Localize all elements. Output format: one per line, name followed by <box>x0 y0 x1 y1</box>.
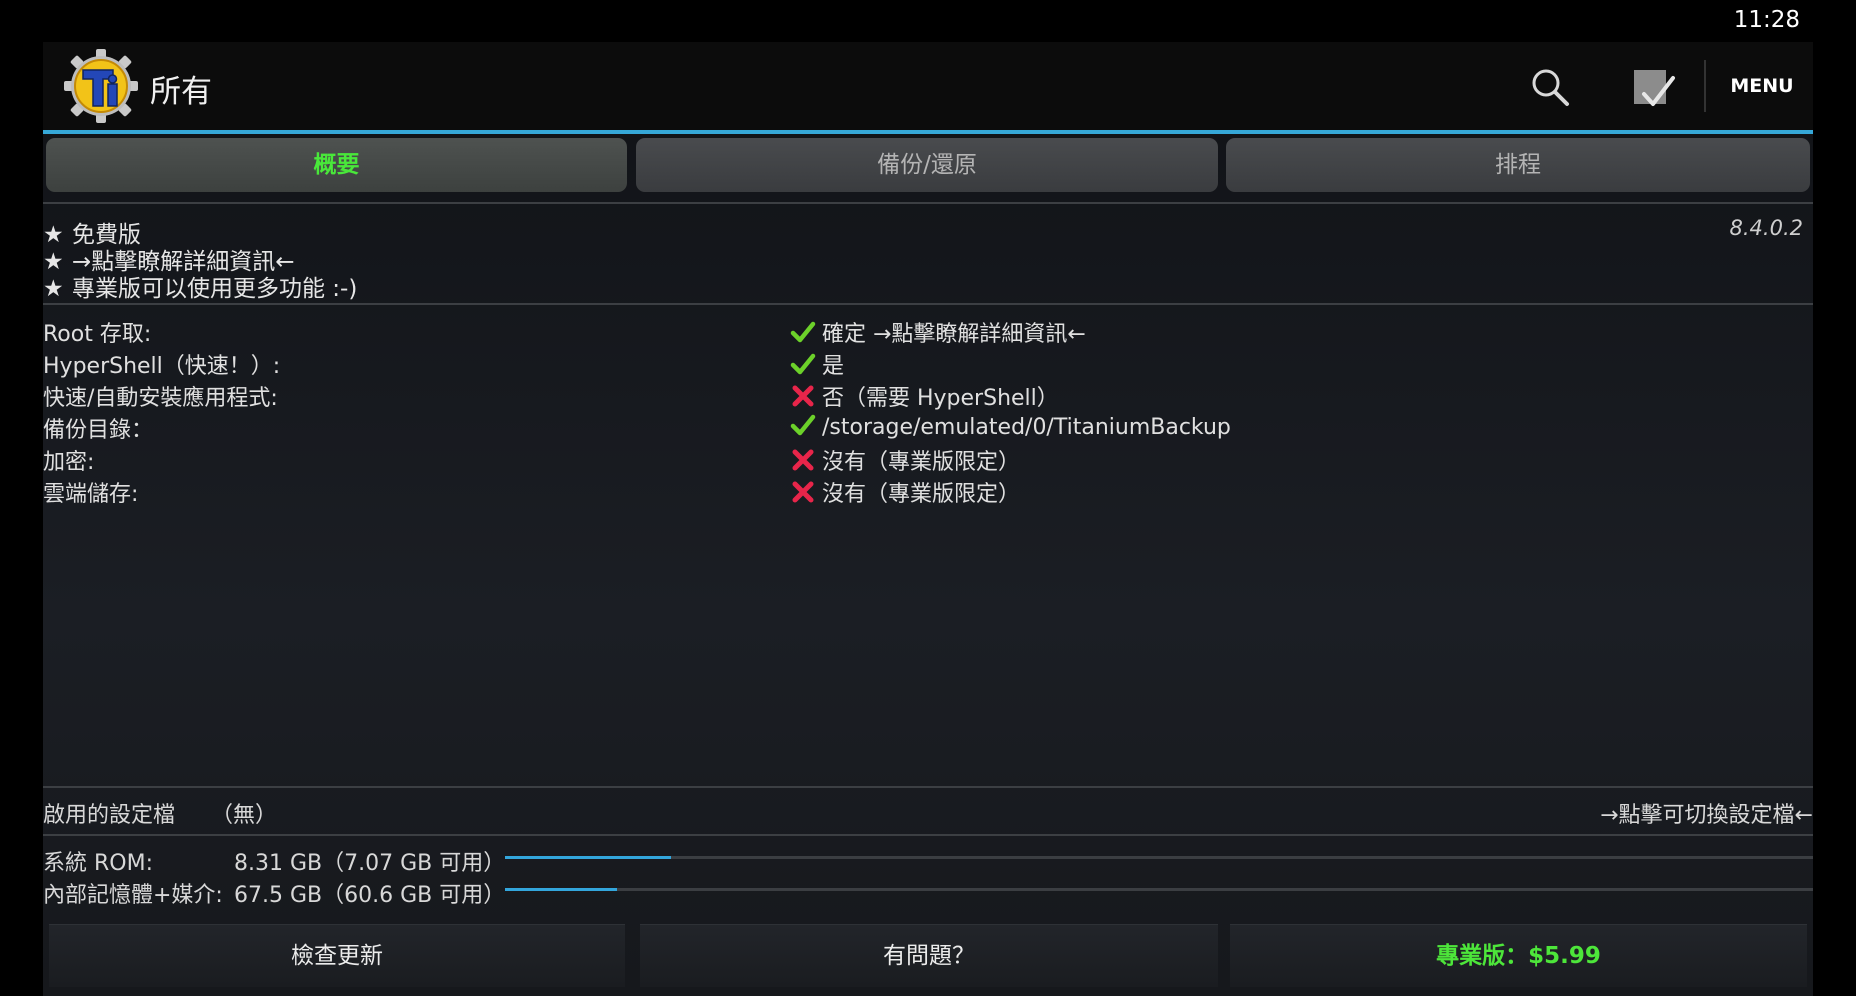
switch-profile-link[interactable]: →點擊可切換設定檔← <box>1600 797 1813 829</box>
check-update-button[interactable]: 檢查更新 <box>49 924 625 987</box>
status-value-root[interactable]: 確定 →點擊瞭解詳細資訊← <box>790 316 1086 348</box>
app-version: 8.4.0.2 <box>1729 216 1803 240</box>
cross-icon <box>792 481 814 503</box>
storage-label-internal: 內部記憶體+媒介: <box>43 883 223 908</box>
action-bar-accent-line <box>43 130 1813 134</box>
status-clock: 11:28 <box>1733 7 1800 33</box>
app-window: 所有 MENU 概要 備份/還原 排程 ★ 免費版 ★ →點擊瞭解詳細資訊← ★ 專業… <box>43 42 1813 996</box>
status-label-root: Root 存取: <box>43 322 152 347</box>
status-value-cloud: 沒有（專業版限定） <box>790 476 1020 508</box>
storage-bar-system-rom <box>505 856 1813 859</box>
divider <box>43 834 1813 836</box>
status-label-cloud: 雲端儲存: <box>43 482 139 507</box>
active-profile-value: （無） <box>211 803 278 828</box>
menu-button[interactable]: MENU <box>1716 62 1808 110</box>
active-profile-label: 啟用的設定檔 <box>43 803 176 828</box>
status-bar: 11:28 <box>0 0 1856 42</box>
action-bar: 所有 MENU <box>43 42 1813 130</box>
status-value-encryption: 沒有（專業版限定） <box>790 444 1020 476</box>
storage-value-system-rom: 8.31 GB（7.07 GB 可用） <box>234 851 506 876</box>
status-label-hypershell: HyperShell（快速！）: <box>43 354 281 379</box>
divider <box>43 303 1813 305</box>
status-label-encryption: 加密: <box>43 450 95 475</box>
tab-schedule[interactable]: 排程 <box>1226 138 1810 192</box>
status-value-auto-install: 否（需要 HyperShell） <box>790 380 1059 412</box>
tab-overview[interactable]: 概要 <box>46 138 627 192</box>
storage-bar-fill <box>505 888 618 891</box>
status-label-backup-dir: 備份目錄： <box>43 418 154 443</box>
check-icon <box>790 353 816 375</box>
buy-pro-button[interactable]: 專業版：$5.99 <box>1230 924 1807 987</box>
divider <box>43 202 1813 204</box>
tab-backup-restore[interactable]: 備份/還原 <box>636 138 1218 192</box>
status-label-auto-install: 快速/自動安裝應用程式: <box>43 386 278 411</box>
star-icon: ★ <box>43 276 64 302</box>
check-icon <box>790 414 816 436</box>
status-value-hypershell: 是 <box>790 348 844 380</box>
search-icon[interactable] <box>1523 60 1579 116</box>
storage-label-system-rom: 系統 ROM: <box>43 851 153 876</box>
storage-bar-internal <box>505 888 1813 891</box>
divider <box>43 786 1813 788</box>
cross-icon <box>792 385 814 407</box>
storage-bar-fill <box>505 856 672 859</box>
info-line-pro-promo: ★ 專業版可以使用更多功能 :-) <box>43 276 358 302</box>
batch-check-icon[interactable] <box>1626 60 1682 116</box>
status-value-backup-dir: /storage/emulated/0/TitaniumBackup <box>790 412 1231 440</box>
storage-value-internal: 67.5 GB（60.6 GB 可用） <box>234 883 506 908</box>
action-bar-divider <box>1704 60 1706 112</box>
help-button[interactable]: 有問題？ <box>640 924 1218 987</box>
check-icon <box>790 321 816 343</box>
screen-title: 所有 <box>150 74 212 110</box>
cross-icon <box>792 449 814 471</box>
app-logo-icon[interactable] <box>63 48 139 124</box>
